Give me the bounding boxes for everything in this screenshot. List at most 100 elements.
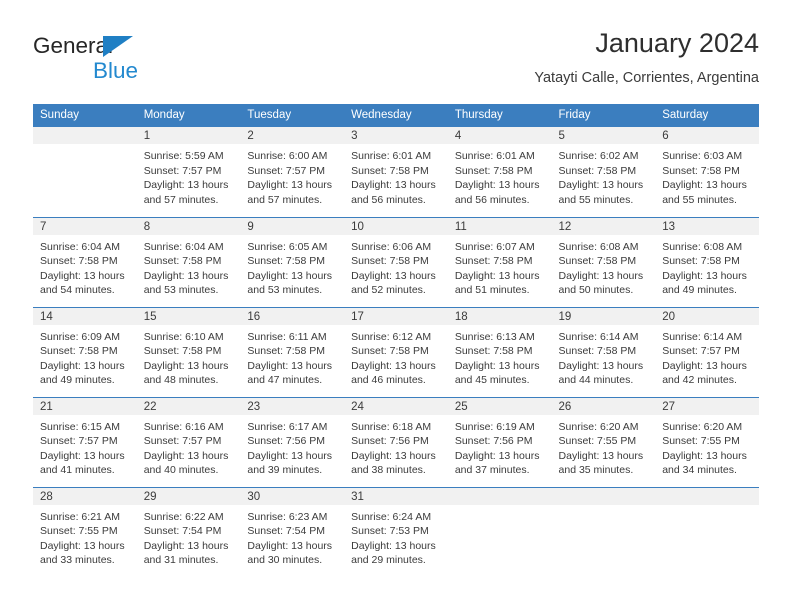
calendar-day-cell[interactable]: 19 Sunrise: 6:14 AM Sunset: 7:58 PM Dayligh…	[551, 306, 656, 397]
calendar-day-cell[interactable]: 16 Sunrise: 6:11 AM Sunset: 7:58 PM Dayligh…	[240, 306, 345, 397]
calendar-day-cell[interactable]: 25 Sunrise: 6:19 AM Sunset: 7:56 PM Dayligh…	[447, 396, 552, 487]
day-sun-info-line: Daylight: 13 hours	[247, 269, 333, 282]
calendar-day-cell[interactable]: 1 Sunrise: 5:59 AM Sunset: 7:57 PM Daylight…	[136, 127, 241, 217]
day-number: 5	[551, 127, 656, 144]
day-sun-info: Sunrise: 5:59 AM Sunset: 7:57 PM Daylight:…	[137, 144, 241, 207]
calendar-day-cell[interactable]: 8 Sunrise: 6:04 AM Sunset: 7:58 PM Daylight…	[136, 216, 241, 307]
day-sun-info-line: Daylight: 13 hours	[143, 449, 229, 462]
day-sun-info-line: Sunrise: 6:14 AM	[662, 330, 743, 343]
day-sun-info-line: and 39 minutes.	[247, 464, 323, 477]
calendar-day-cell[interactable]: 18 Sunrise: 6:13 AM Sunset: 7:58 PM Dayligh…	[447, 306, 552, 397]
day-sun-info-line: Sunset: 7:58 PM	[662, 164, 740, 177]
day-sun-info: Sunrise: 6:14 AM Sunset: 7:57 PM Daylight:…	[655, 325, 759, 388]
calendar-day-cell[interactable]: 22 Sunrise: 6:16 AM Sunset: 7:57 PM Dayligh…	[136, 396, 241, 487]
day-sun-info-line: and 48 minutes.	[143, 374, 219, 387]
calendar-day-cell-empty	[33, 127, 137, 217]
day-sun-info-line: Sunrise: 6:04 AM	[40, 240, 120, 253]
day-sun-info-line: Daylight: 13 hours	[143, 269, 229, 282]
day-number: 7	[33, 217, 137, 235]
day-sun-info-line: and 55 minutes.	[558, 193, 634, 206]
day-sun-info-line: Sunrise: 6:23 AM	[247, 510, 328, 523]
calendar-day-cell[interactable]: 7 Sunrise: 6:04 AM Sunset: 7:58 PM Daylight…	[33, 216, 137, 307]
day-number: 20	[655, 307, 759, 325]
calendar-day-cell[interactable]: 31 Sunrise: 6:24 AM Sunset: 7:53 PM Dayligh…	[344, 486, 448, 577]
calendar-day-cell-empty	[447, 486, 552, 577]
day-sun-info-line: Sunset: 7:58 PM	[40, 255, 118, 268]
day-sun-info: Sunrise: 6:01 AM Sunset: 7:58 PM Daylight:…	[344, 144, 448, 207]
day-sun-info: Sunrise: 6:23 AM Sunset: 7:54 PM Daylight:…	[240, 505, 344, 568]
day-sun-info: Sunrise: 6:05 AM Sunset: 7:58 PM Daylight:…	[240, 235, 344, 298]
calendar-day-cell[interactable]: 5 Sunrise: 6:02 AM Sunset: 7:58 PM Daylight…	[551, 127, 656, 217]
calendar-day-cell[interactable]: 29 Sunrise: 6:22 AM Sunset: 7:54 PM Dayligh…	[136, 486, 241, 577]
day-sun-info-line: Sunrise: 6:01 AM	[454, 150, 535, 162]
calendar-day-cell[interactable]: 23 Sunrise: 6:17 AM Sunset: 7:56 PM Dayligh…	[240, 396, 345, 487]
calendar-day-cell[interactable]: 30 Sunrise: 6:23 AM Sunset: 7:54 PM Dayligh…	[240, 486, 345, 577]
day-sun-info-line: Sunrise: 6:20 AM	[662, 420, 743, 433]
day-sun-info-line: Sunrise: 6:12 AM	[351, 330, 432, 343]
day-sun-info-line: Daylight: 13 hours	[558, 359, 644, 372]
day-sun-info: Sunrise: 6:02 AM Sunset: 7:58 PM Daylight:…	[552, 144, 656, 207]
calendar-day-cell[interactable]: 20 Sunrise: 6:14 AM Sunset: 7:57 PM Dayligh…	[655, 306, 759, 397]
day-sun-info-line: and 38 minutes.	[351, 464, 426, 477]
day-sun-info: Sunrise: 6:06 AM Sunset: 7:58 PM Daylight:…	[344, 235, 448, 298]
day-sun-info-line: and 56 minutes.	[351, 193, 426, 206]
day-number: 12	[551, 217, 656, 235]
calendar-day-cell[interactable]: 6 Sunrise: 6:03 AM Sunset: 7:58 PM Daylight…	[655, 127, 759, 217]
calendar-day-cell[interactable]: 14 Sunrise: 6:09 AM Sunset: 7:58 PM Dayligh…	[33, 306, 137, 397]
calendar-week-row: 28 Sunrise: 6:21 AM Sunset: 7:55 PM Dayligh…	[33, 486, 759, 577]
day-sun-info-line: Sunrise: 5:59 AM	[143, 150, 224, 162]
day-number: 13	[655, 217, 759, 235]
page-header: General Blue January 2024 Yatayti Calle,…	[0, 26, 792, 102]
day-sun-info-line: Daylight: 13 hours	[247, 539, 333, 552]
calendar-day-cell[interactable]: 2 Sunrise: 6:00 AM Sunset: 7:57 PM Daylight…	[240, 127, 345, 217]
day-sun-info: Sunrise: 6:16 AM Sunset: 7:57 PM Daylight:…	[137, 415, 241, 478]
day-number: 2	[240, 127, 345, 144]
day-sun-info-line: Sunset: 7:58 PM	[143, 345, 222, 358]
general-blue-logo[interactable]: General Blue	[33, 34, 213, 92]
day-number: 11	[447, 217, 552, 235]
day-sun-info-line: Sunset: 7:58 PM	[143, 255, 222, 268]
day-sun-info-line: and 30 minutes.	[247, 554, 323, 567]
day-sun-info-line: Daylight: 13 hours	[143, 359, 229, 372]
day-number: 6	[655, 127, 759, 144]
title-block: January 2024 Yatayti Calle, Corrientes, …	[534, 26, 759, 88]
day-sun-info-line: and 42 minutes.	[662, 374, 737, 387]
calendar-day-cell[interactable]: 4 Sunrise: 6:01 AM Sunset: 7:58 PM Daylight…	[447, 127, 552, 217]
calendar-day-cell[interactable]: 27 Sunrise: 6:20 AM Sunset: 7:55 PM Dayligh…	[655, 396, 759, 487]
calendar-day-cell[interactable]: 17 Sunrise: 6:12 AM Sunset: 7:58 PM Dayligh…	[344, 306, 448, 397]
day-sun-info-line: Sunrise: 6:15 AM	[40, 420, 120, 433]
calendar-day-cell[interactable]: 13 Sunrise: 6:08 AM Sunset: 7:58 PM Dayligh…	[655, 216, 759, 307]
day-sun-info-line: and 40 minutes.	[143, 464, 219, 477]
calendar-day-cell[interactable]: 3 Sunrise: 6:01 AM Sunset: 7:58 PM Daylight…	[344, 127, 448, 217]
day-sun-info-line: Sunset: 7:55 PM	[40, 525, 118, 538]
calendar-day-cell[interactable]: 26 Sunrise: 6:20 AM Sunset: 7:55 PM Dayligh…	[551, 396, 656, 487]
calendar-day-cell[interactable]: 11 Sunrise: 6:07 AM Sunset: 7:58 PM Dayligh…	[447, 216, 552, 307]
calendar-week-row: 14 Sunrise: 6:09 AM Sunset: 7:58 PM Dayligh…	[33, 306, 759, 397]
day-number: 16	[240, 307, 345, 325]
day-sun-info-line: and 41 minutes.	[40, 464, 115, 477]
day-sun-info-line: and 53 minutes.	[143, 284, 219, 297]
calendar-day-cell[interactable]: 9 Sunrise: 6:05 AM Sunset: 7:58 PM Daylight…	[240, 216, 345, 307]
day-sun-info: Sunrise: 6:18 AM Sunset: 7:56 PM Daylight:…	[344, 415, 448, 478]
weekday-header-tuesday: Tuesday	[240, 104, 345, 127]
day-sun-info: Sunrise: 6:19 AM Sunset: 7:56 PM Daylight:…	[448, 415, 552, 478]
calendar-week-row: 1 Sunrise: 5:59 AM Sunset: 7:57 PM Daylight…	[33, 127, 759, 217]
day-number: 28	[33, 487, 137, 505]
day-sun-info-line: and 56 minutes.	[454, 193, 530, 206]
day-number: 27	[655, 397, 759, 415]
calendar-day-cell[interactable]: 12 Sunrise: 6:08 AM Sunset: 7:58 PM Dayligh…	[551, 216, 656, 307]
calendar-day-cell[interactable]: 15 Sunrise: 6:10 AM Sunset: 7:58 PM Dayligh…	[136, 306, 241, 397]
day-sun-info-line: Daylight: 13 hours	[558, 269, 644, 282]
day-number: 1	[136, 127, 241, 144]
day-sun-info-line: Daylight: 13 hours	[40, 449, 125, 462]
calendar-day-cell[interactable]: 24 Sunrise: 6:18 AM Sunset: 7:56 PM Dayligh…	[344, 396, 448, 487]
calendar-day-cell[interactable]: 10 Sunrise: 6:06 AM Sunset: 7:58 PM Dayligh…	[344, 216, 448, 307]
day-number: 4	[447, 127, 552, 144]
day-sun-info-line: Daylight: 13 hours	[558, 179, 644, 192]
day-number: 19	[551, 307, 656, 325]
calendar-day-cell[interactable]: 21 Sunrise: 6:15 AM Sunset: 7:57 PM Dayligh…	[33, 396, 137, 487]
day-sun-info-line: Sunrise: 6:07 AM	[454, 240, 535, 253]
calendar-day-cell[interactable]: 28 Sunrise: 6:21 AM Sunset: 7:55 PM Dayligh…	[33, 486, 137, 577]
day-sun-info-line: Sunrise: 6:06 AM	[351, 240, 432, 253]
day-sun-info-line: Daylight: 13 hours	[247, 179, 333, 192]
